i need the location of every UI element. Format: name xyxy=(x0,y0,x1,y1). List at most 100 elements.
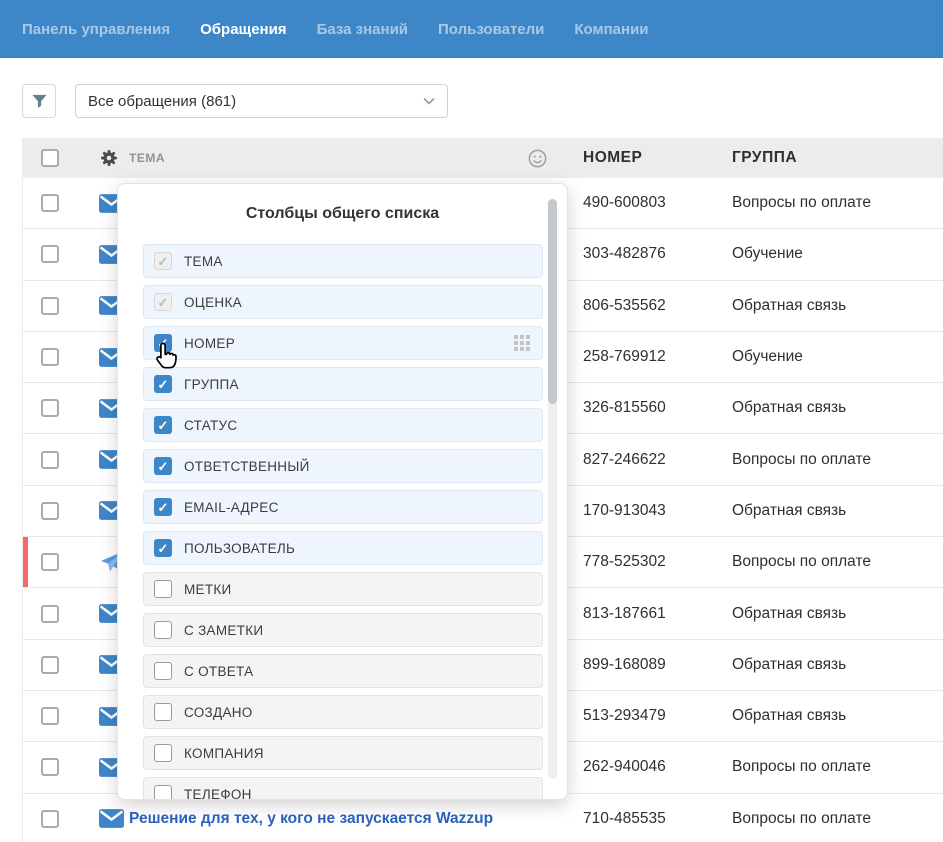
column-header-tema[interactable]: ТЕМА xyxy=(127,151,526,165)
ticket-group: Обратная связь xyxy=(727,297,943,315)
ticket-group: Вопросы по оплате xyxy=(727,451,943,469)
nav-tab-3[interactable]: Пользователи xyxy=(438,21,544,38)
column-option[interactable]: ✓ ПОЛЬЗОВАТЕЛЬ xyxy=(143,531,543,565)
ticket-group: Обратная связь xyxy=(727,399,943,417)
column-option-label: EMAIL-АДРЕС xyxy=(184,500,279,515)
column-option-checkbox[interactable]: ✓ xyxy=(154,785,172,800)
column-option[interactable]: ✓ ТЕМА xyxy=(143,244,543,278)
ticket-group: Обучение xyxy=(727,348,943,366)
popup-scrollbar-thumb[interactable] xyxy=(548,199,557,404)
smiley-icon[interactable] xyxy=(528,149,579,168)
column-option[interactable]: ✓ ГРУППА xyxy=(143,367,543,401)
column-option-checkbox[interactable]: ✓ xyxy=(154,334,172,352)
row-checkbox[interactable] xyxy=(41,194,59,212)
column-option-checkbox[interactable]: ✓ xyxy=(154,703,172,721)
row-checkbox[interactable] xyxy=(41,605,59,623)
ticket-number: 303-482876 xyxy=(579,245,727,263)
filter-button[interactable] xyxy=(22,84,56,118)
column-option[interactable]: ✓ С ЗАМЕТКИ xyxy=(143,613,543,647)
ticket-group: Вопросы по оплате xyxy=(727,194,943,212)
column-option-checkbox[interactable]: ✓ xyxy=(154,580,172,598)
table-header: ТЕМА НОМЕР ГРУППА xyxy=(23,138,943,178)
column-option-label: С ОТВЕТА xyxy=(184,664,253,679)
ticket-number: 806-535562 xyxy=(579,297,727,315)
column-option[interactable]: ✓ ОТВЕТСТВЕННЫЙ xyxy=(143,449,543,483)
ticket-number: 710-485535 xyxy=(579,810,727,828)
ticket-subject-link[interactable]: Решение для тех, у кого не запускается W… xyxy=(129,810,493,827)
column-option[interactable]: ✓ КОМПАНИЯ xyxy=(143,736,543,770)
ticket-number: 513-293479 xyxy=(579,707,727,725)
ticket-number: 262-940046 xyxy=(579,758,727,776)
ticket-number: 827-246622 xyxy=(579,451,727,469)
chevron-down-icon xyxy=(423,97,435,105)
drag-handle-icon[interactable] xyxy=(514,335,530,351)
column-option-label: СОЗДАНО xyxy=(184,705,253,720)
nav-tab-4[interactable]: Компании xyxy=(574,21,648,38)
column-option-checkbox[interactable]: ✓ xyxy=(154,498,172,516)
column-option-label: НОМЕР xyxy=(184,336,235,351)
top-navigation: Панель управления Обращения База знаний Пол… xyxy=(0,0,943,58)
column-option-checkbox[interactable]: ✓ xyxy=(154,744,172,762)
column-picker-popup: Столбцы общего списка ✓ ТЕМА ✓ ОЦЕНКА ✓ … xyxy=(117,183,568,800)
table-row[interactable]: Решение для тех, у кого не запускается W… xyxy=(23,794,943,842)
ticket-group: Вопросы по оплате xyxy=(727,758,943,776)
row-checkbox[interactable] xyxy=(41,297,59,315)
column-option-checkbox[interactable]: ✓ xyxy=(154,457,172,475)
row-checkbox[interactable] xyxy=(41,656,59,674)
ticket-number: 778-525302 xyxy=(579,553,727,571)
row-checkbox[interactable] xyxy=(41,451,59,469)
column-option-label: ОТВЕТСТВЕННЫЙ xyxy=(184,459,310,474)
column-option-checkbox[interactable]: ✓ xyxy=(154,293,172,311)
column-option-label: МЕТКИ xyxy=(184,582,232,597)
app-window: Панель управления Обращения База знаний Пол… xyxy=(0,0,943,842)
ticket-number: 326-815560 xyxy=(579,399,727,417)
row-checkbox[interactable] xyxy=(41,348,59,366)
funnel-icon xyxy=(31,93,48,110)
column-option-checkbox[interactable]: ✓ xyxy=(154,252,172,270)
column-option[interactable]: ✓ СОЗДАНО xyxy=(143,695,543,729)
nav-tab-1[interactable]: Обращения xyxy=(200,21,286,38)
column-header-rating xyxy=(526,149,579,168)
ticket-group: Обратная связь xyxy=(727,605,943,623)
column-option-checkbox[interactable]: ✓ xyxy=(154,375,172,393)
row-checkbox[interactable] xyxy=(41,245,59,263)
ticket-group: Вопросы по оплате xyxy=(727,810,943,828)
row-checkbox[interactable] xyxy=(41,707,59,725)
ticket-number: 490-600803 xyxy=(579,194,727,212)
popup-scrollbar[interactable] xyxy=(548,199,557,779)
gear-icon[interactable] xyxy=(99,148,127,168)
ticket-number: 899-168089 xyxy=(579,656,727,674)
select-all-checkbox[interactable] xyxy=(41,149,59,167)
row-checkbox[interactable] xyxy=(41,810,59,828)
ticket-number: 258-769912 xyxy=(579,348,727,366)
column-option-label: ОЦЕНКА xyxy=(184,295,242,310)
column-option[interactable]: ✓ МЕТКИ xyxy=(143,572,543,606)
column-option[interactable]: ✓ СТАТУС xyxy=(143,408,543,442)
column-option-label: ТЕМА xyxy=(184,254,223,269)
column-option-checkbox[interactable]: ✓ xyxy=(154,621,172,639)
row-checkbox[interactable] xyxy=(41,399,59,417)
column-option[interactable]: ✓ НОМЕР xyxy=(143,326,543,360)
column-option[interactable]: ✓ С ОТВЕТА xyxy=(143,654,543,688)
column-option-checkbox[interactable]: ✓ xyxy=(154,416,172,434)
envelope-icon xyxy=(99,809,127,828)
column-option-label: С ЗАМЕТКИ xyxy=(184,623,263,638)
ticket-group: Обратная связь xyxy=(727,656,943,674)
row-checkbox[interactable] xyxy=(41,758,59,776)
tickets-filter-select[interactable]: Все обращения (861) xyxy=(75,84,448,118)
column-option[interactable]: ✓ EMAIL-АДРЕС xyxy=(143,490,543,524)
column-option-label: ГРУППА xyxy=(184,377,239,392)
column-option-checkbox[interactable]: ✓ xyxy=(154,539,172,557)
popup-items-list: ✓ ТЕМА ✓ ОЦЕНКА ✓ НОМЕР xyxy=(143,244,543,800)
nav-tab-0[interactable]: Панель управления xyxy=(22,21,170,38)
column-header-gruppa[interactable]: ГРУППА xyxy=(727,149,943,167)
column-header-nomer[interactable]: НОМЕР xyxy=(579,149,727,167)
popup-title: Столбцы общего списка xyxy=(118,205,567,223)
column-option[interactable]: ✓ ОЦЕНКА xyxy=(143,285,543,319)
nav-tab-2[interactable]: База знаний xyxy=(317,21,408,38)
column-option-checkbox[interactable]: ✓ xyxy=(154,662,172,680)
column-option[interactable]: ✓ ТЕЛЕФОН xyxy=(143,777,543,800)
row-checkbox[interactable] xyxy=(41,502,59,520)
column-option-label: СТАТУС xyxy=(184,418,237,433)
row-checkbox[interactable] xyxy=(41,553,59,571)
